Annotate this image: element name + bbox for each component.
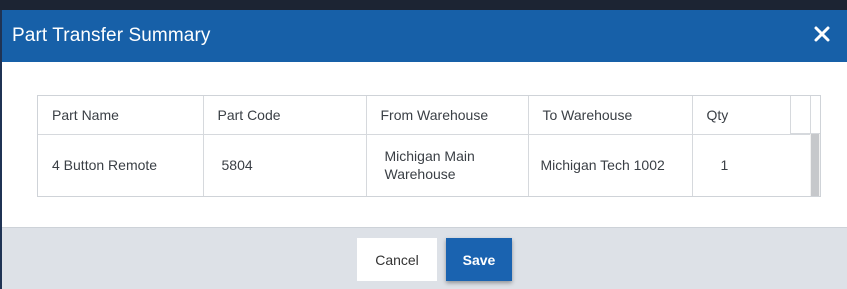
modal-header: Part Transfer Summary [2, 10, 847, 62]
transfer-table: Part Name Part Code From Warehouse To Wa… [37, 95, 821, 197]
table-row: 4 Button Remote 5804 Michigan Main Wareh… [38, 134, 811, 196]
save-button[interactable]: Save [446, 238, 512, 281]
cell-part-code: 5804 [203, 134, 367, 196]
column-header-from-warehouse: From Warehouse [366, 96, 529, 135]
cell-from-warehouse: Michigan Main Warehouse [366, 134, 529, 196]
close-button[interactable] [811, 23, 833, 45]
part-transfer-summary-modal: Part Transfer Summary Part Name Part Cod… [0, 10, 847, 289]
transfer-table-grid: Part Name Part Code From Warehouse To Wa… [38, 96, 811, 196]
table-scrollbar[interactable] [810, 134, 820, 196]
cell-qty: 1 [692, 134, 811, 196]
modal-title: Part Transfer Summary [12, 25, 211, 46]
column-header-part-name: Part Name [38, 96, 204, 135]
table-scrollbar-thumb[interactable] [811, 134, 819, 196]
column-header-part-code: Part Code [203, 96, 367, 135]
modal-body: Part Name Part Code From Warehouse To Wa… [2, 62, 847, 227]
cell-to-warehouse: Michigan Tech 1002 [528, 134, 693, 196]
table-header-row: Part Name Part Code From Warehouse To Wa… [38, 96, 811, 135]
column-header-to-warehouse: To Warehouse [528, 96, 693, 135]
modal-footer: Cancel Save [2, 227, 847, 289]
scrollbar-header-spacer [790, 96, 820, 134]
cell-part-name: 4 Button Remote [38, 134, 204, 196]
close-icon [814, 26, 830, 42]
cell-from-warehouse-text: Michigan Main Warehouse [384, 148, 475, 183]
cancel-button[interactable]: Cancel [357, 238, 437, 281]
